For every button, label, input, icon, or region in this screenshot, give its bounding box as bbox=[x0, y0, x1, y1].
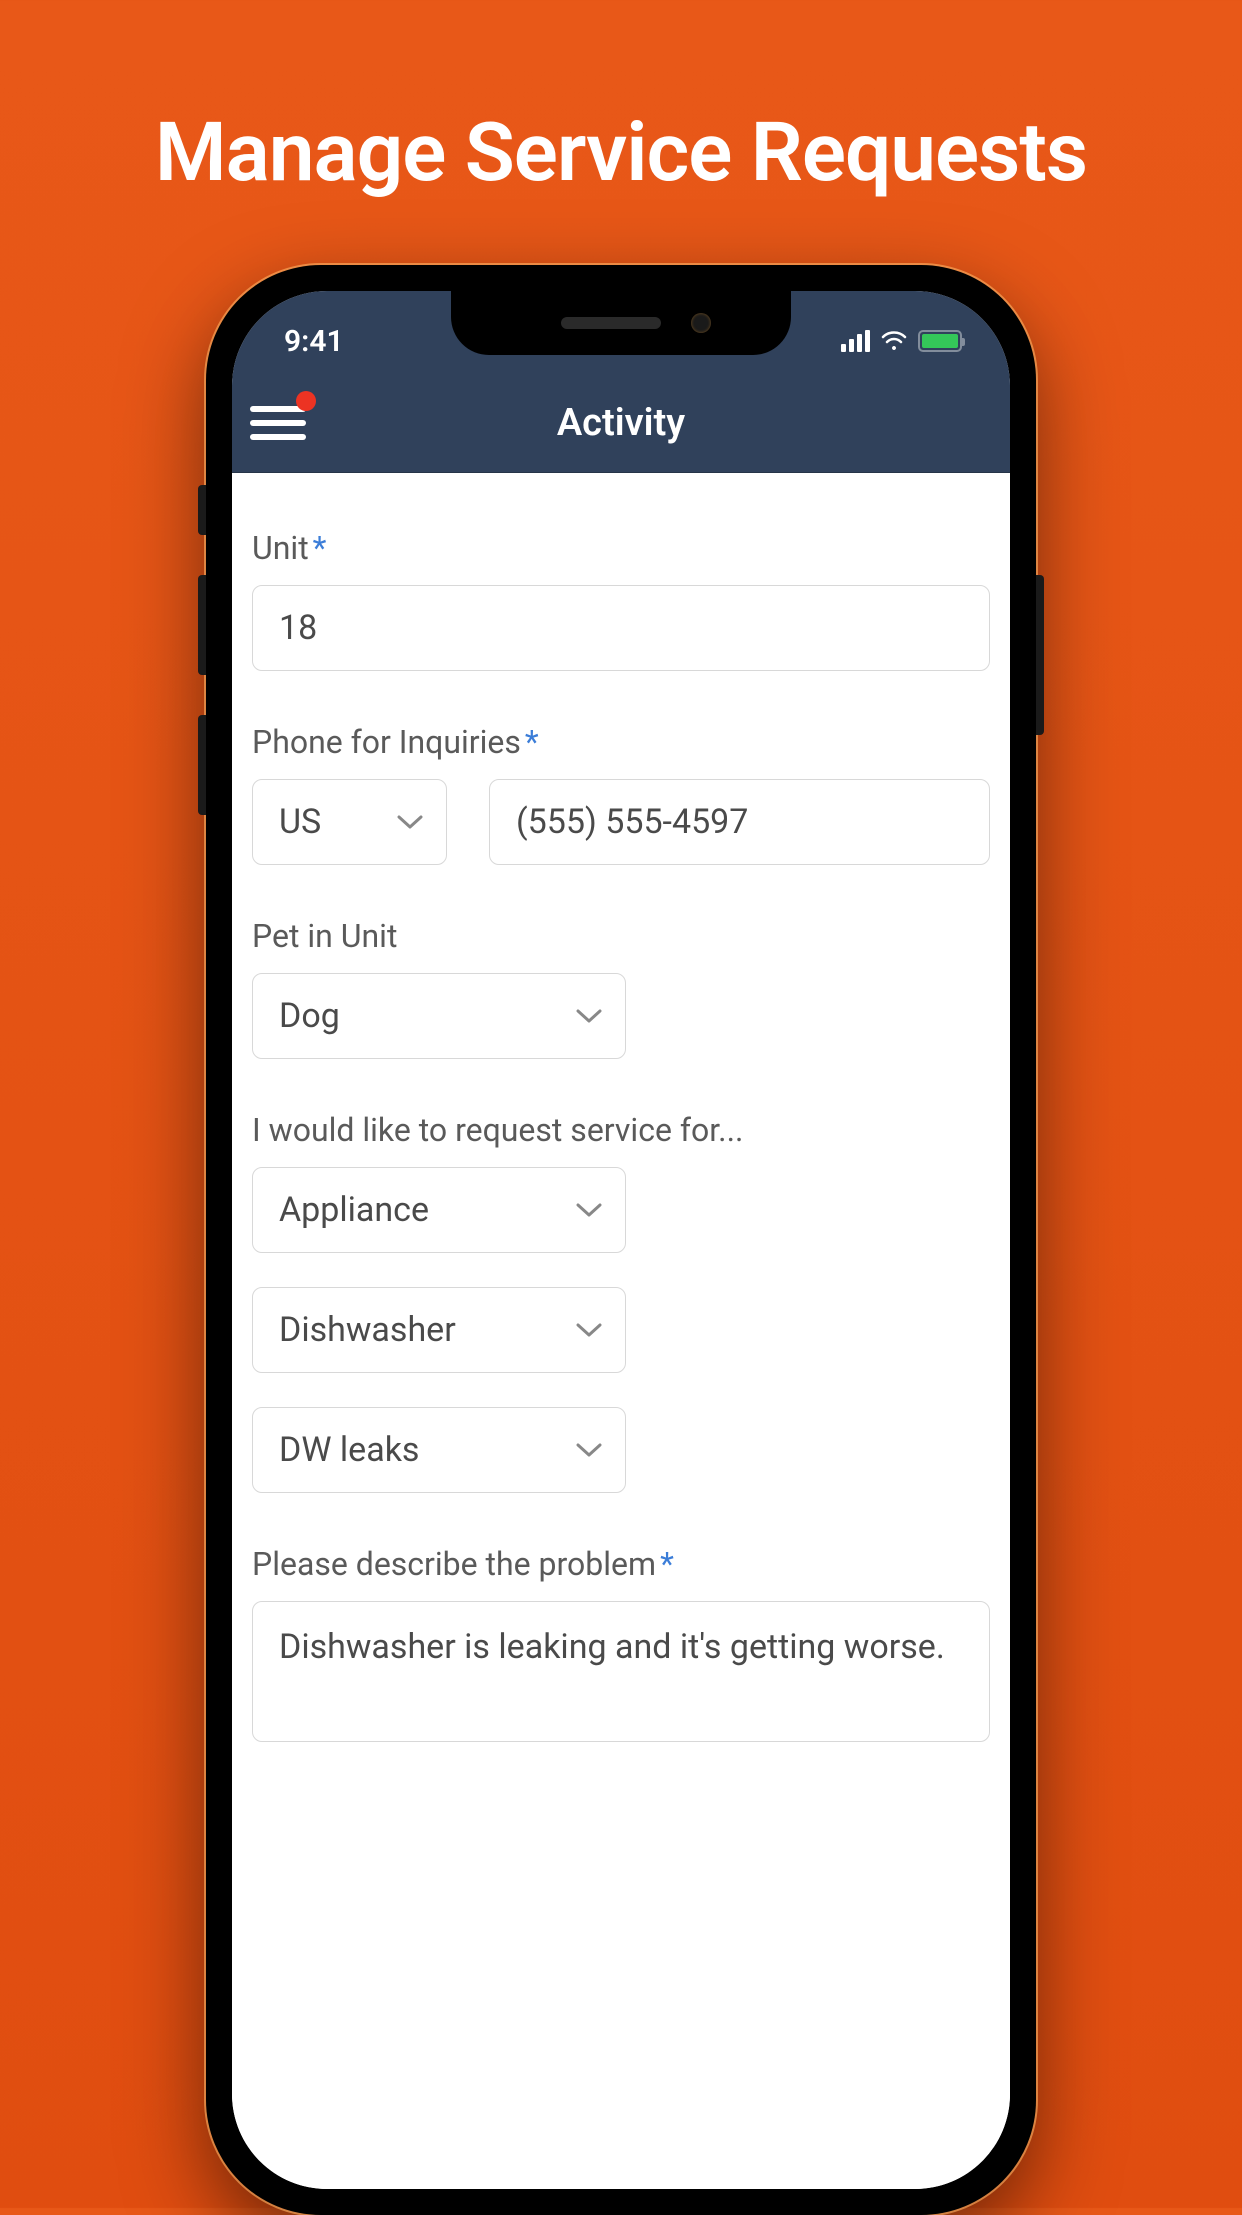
battery-icon bbox=[918, 330, 962, 352]
unit-input[interactable] bbox=[252, 585, 990, 671]
pet-label: Pet in Unit bbox=[252, 917, 990, 955]
form-group-phone: Phone for Inquiries* US bbox=[252, 723, 990, 865]
form-group-service-for: I would like to request service for... A… bbox=[252, 1111, 990, 1493]
phone-device-frame: 9:41 bbox=[206, 265, 1036, 2215]
phone-label: Phone for Inquiries* bbox=[252, 723, 990, 761]
service-category-select[interactable]: Appliance bbox=[252, 1167, 626, 1253]
description-label: Please describe the problem* bbox=[252, 1545, 990, 1583]
required-asterisk: * bbox=[660, 1545, 674, 1583]
nav-title: Activity bbox=[557, 401, 685, 445]
status-time: 9:41 bbox=[284, 306, 344, 359]
phone-country-select[interactable]: US bbox=[252, 779, 447, 865]
required-asterisk: * bbox=[313, 529, 327, 567]
pet-select[interactable]: Dog bbox=[252, 973, 626, 1059]
form-group-description: Please describe the problem* bbox=[252, 1545, 990, 1746]
unit-label: Unit* bbox=[252, 529, 990, 567]
service-issue-select[interactable]: DW leaks bbox=[252, 1407, 626, 1493]
phone-side-buttons-right bbox=[1036, 575, 1044, 735]
service-for-label: I would like to request service for... bbox=[252, 1111, 990, 1149]
cellular-signal-icon bbox=[841, 330, 870, 352]
required-asterisk: * bbox=[525, 723, 539, 761]
phone-number-input[interactable] bbox=[489, 779, 990, 865]
notification-badge bbox=[296, 391, 316, 411]
phone-notch bbox=[451, 291, 791, 355]
marketing-title: Manage Service Requests bbox=[0, 0, 1242, 201]
navigation-bar: Activity bbox=[232, 373, 1010, 473]
form-content[interactable]: Unit* Phone for Inquiries* US bbox=[232, 473, 1010, 2189]
phone-side-buttons-left bbox=[198, 485, 206, 855]
menu-button[interactable] bbox=[250, 393, 310, 453]
form-group-pet: Pet in Unit Dog bbox=[252, 917, 990, 1059]
wifi-icon bbox=[880, 330, 908, 352]
status-indicators bbox=[841, 312, 962, 352]
description-textarea[interactable] bbox=[252, 1601, 990, 1742]
form-group-unit: Unit* bbox=[252, 529, 990, 671]
service-item-select[interactable]: Dishwasher bbox=[252, 1287, 626, 1373]
